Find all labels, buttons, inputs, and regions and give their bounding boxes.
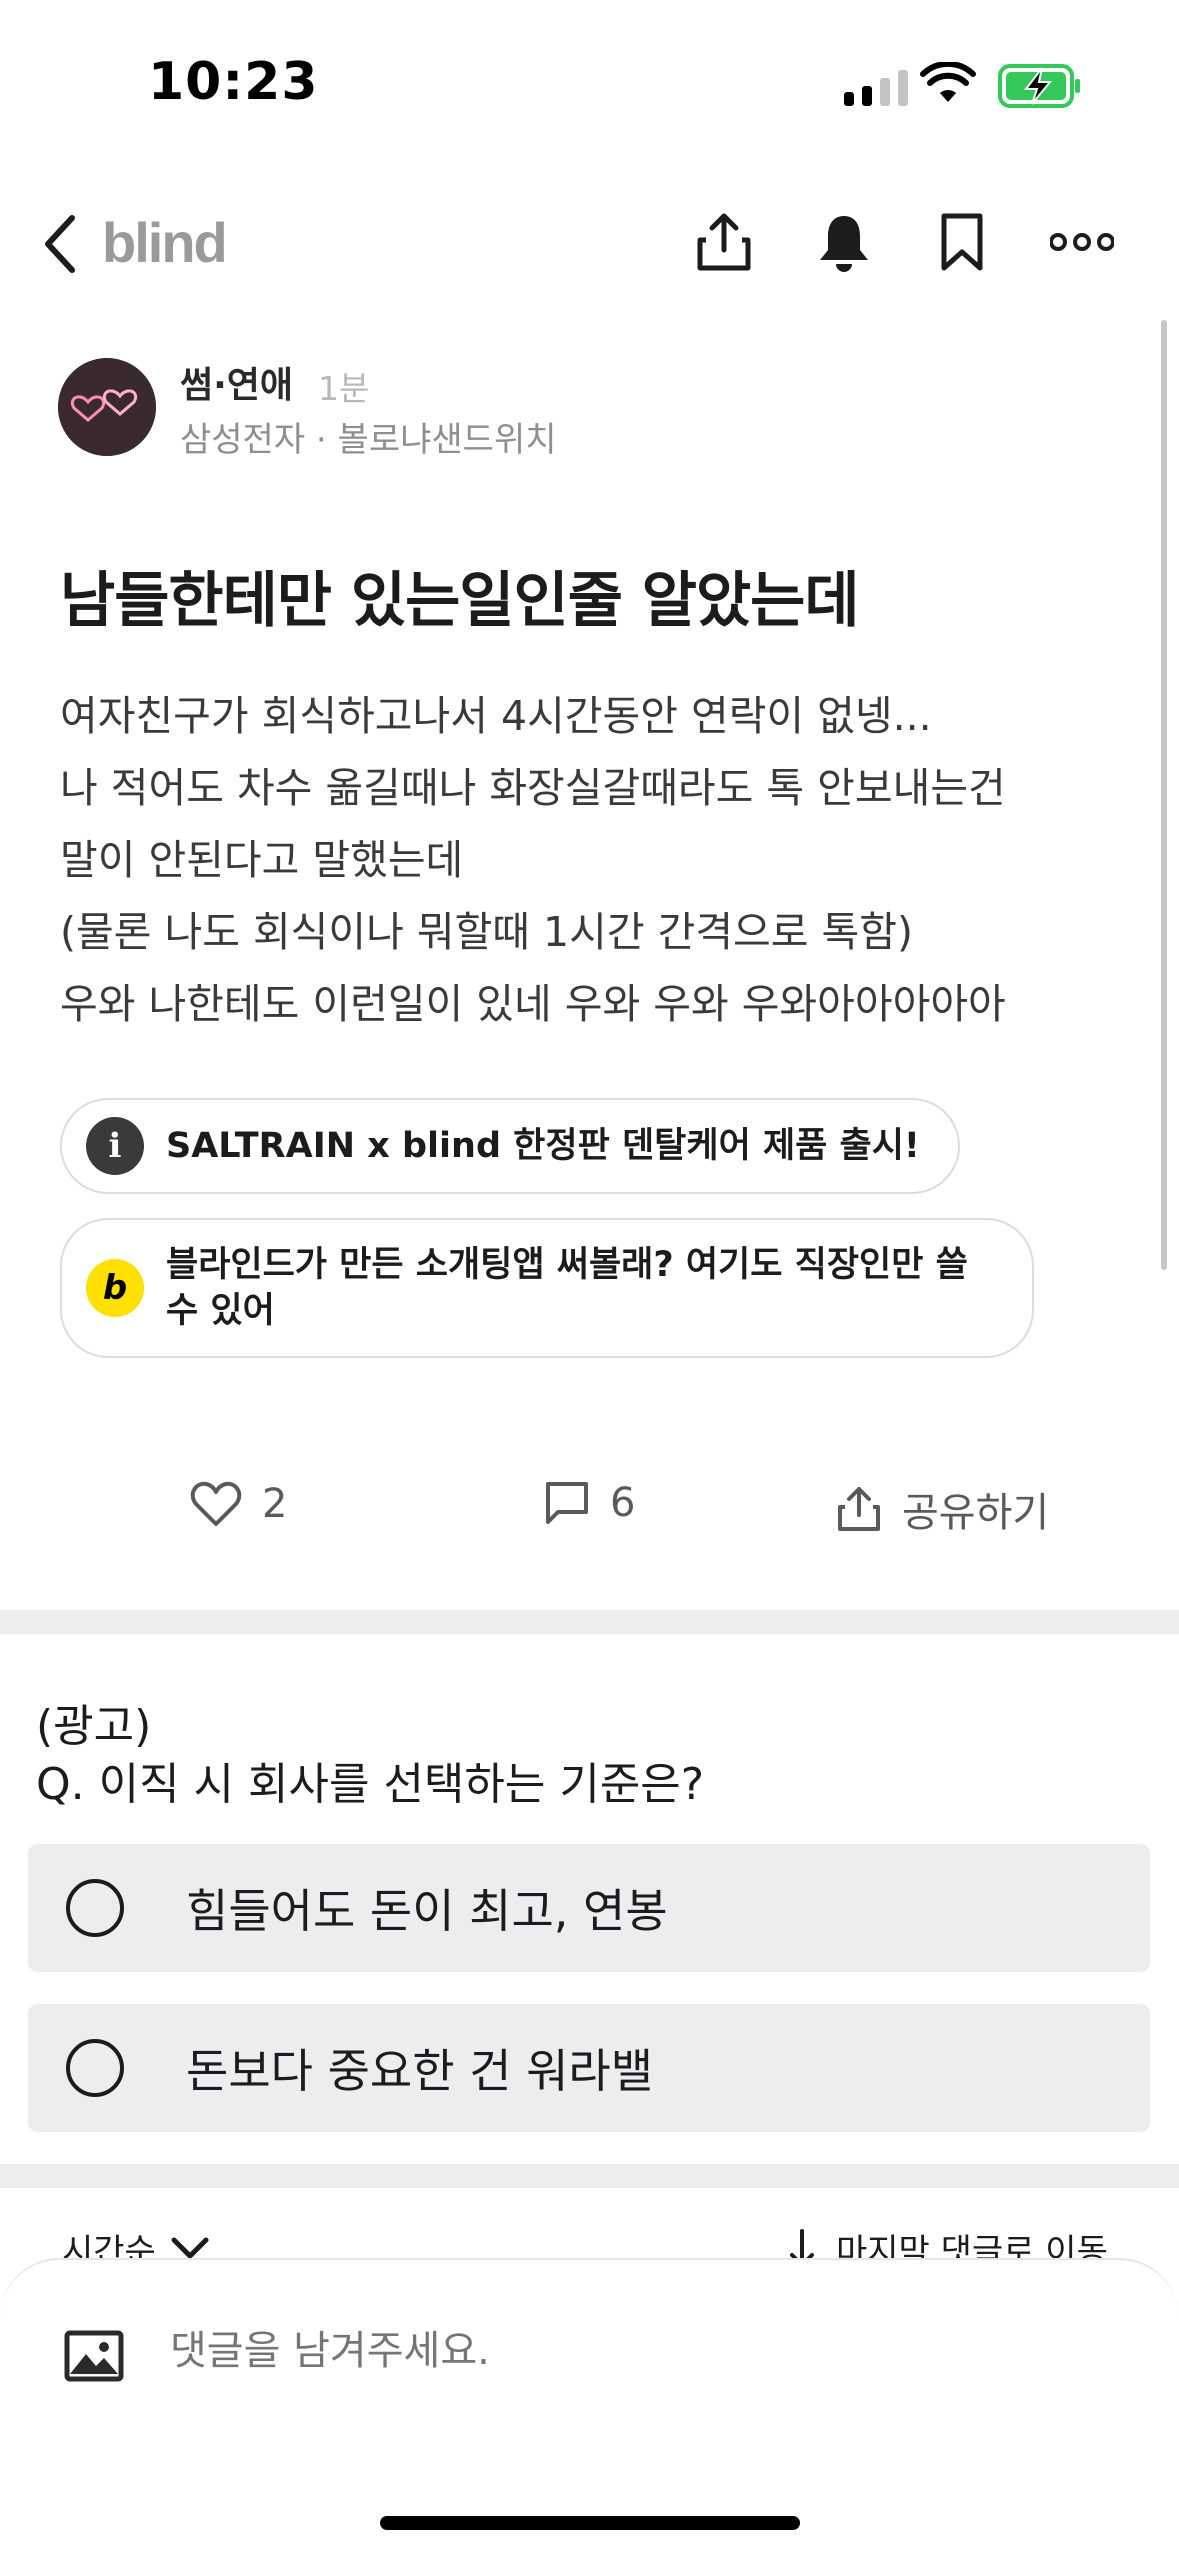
blind-logo: blind <box>102 211 228 274</box>
bookmark-icon <box>941 213 983 271</box>
author-company: 삼성전자 · 볼로냐샌드위치 <box>180 420 557 460</box>
poll-option-label: 힘들어도 돈이 최고, 연봉 <box>186 1884 668 1938</box>
promo-text-line: 블라인드가 만든 소개팅앱 써볼래? 여기도 직장인만 쓸 <box>166 1245 968 1285</box>
promo-text: 블라인드가 만든 소개팅앱 써볼래? 여기도 직장인만 쓸 수 있어 <box>166 1242 968 1334</box>
comment-composer <box>0 2258 1179 2560</box>
heart-icon <box>190 1481 242 1526</box>
promo-link-saltrain[interactable]: i SALTRAIN x blind 한정판 덴탈케어 제품 출시! <box>60 1098 960 1194</box>
post-title: 남들한테만 있는일인줄 알았는데 <box>60 566 860 636</box>
image-attach-icon[interactable] <box>64 2330 124 2382</box>
bell-icon <box>820 216 868 272</box>
share-post-button[interactable]: 공유하기 <box>836 1480 1049 1538</box>
neon-hearts-image <box>58 358 156 456</box>
more-horizontal-icon <box>1050 233 1114 251</box>
battery-charging-icon <box>998 64 1080 108</box>
like-count: 2 <box>262 1481 288 1527</box>
status-time: 10:23 <box>148 52 319 112</box>
promo-link-dating-app[interactable]: b 블라인드가 만든 소개팅앱 써볼래? 여기도 직장인만 쓸 수 있어 <box>60 1218 1034 1358</box>
post-body-line: 말이 안된다고 말했는데 <box>60 836 464 884</box>
blind-b-icon: b <box>86 1259 144 1317</box>
section-divider <box>0 2164 1179 2188</box>
notification-button[interactable] <box>812 210 876 274</box>
comment-icon <box>546 1482 588 1524</box>
share-icon <box>838 1487 880 1531</box>
comment-count: 6 <box>610 1480 636 1526</box>
post-time: 1분 <box>318 369 370 408</box>
section-divider <box>0 1610 1179 1634</box>
post-body-line: 여자친구가 회식하고나서 4시간동안 연락이 없넹... <box>60 692 932 740</box>
share-label: 공유하기 <box>902 1490 1050 1536</box>
post-body-line: 나 적어도 차수 옮길때나 화장실갈때라도 톡 안보내는건 <box>60 764 1006 812</box>
post-body-line: 우와 나한테도 이런일이 있네 우와 우와 우와아아아아아 <box>60 980 1006 1028</box>
promo-text-line: 수 있어 <box>166 1291 275 1331</box>
comment-button[interactable]: 6 <box>544 1480 635 1526</box>
radio-button[interactable] <box>66 2039 124 2097</box>
like-button[interactable]: 2 <box>190 1480 287 1528</box>
info-icon: i <box>86 1117 144 1175</box>
poll-question: Q. 이직 시 회사를 선택하는 기준은? <box>36 1759 705 1810</box>
avatar[interactable] <box>58 358 156 456</box>
poll-option-label: 돈보다 중요한 건 워라밸 <box>186 2044 654 2098</box>
cellular-signal-icon <box>844 70 908 106</box>
scrollbar[interactable] <box>1161 320 1167 1270</box>
back-chevron-icon[interactable] <box>40 212 80 276</box>
post-body-line: (물론 나도 회식이나 뭐할때 1시간 간격으로 톡함) <box>60 908 913 956</box>
promo-text: SALTRAIN x blind 한정판 덴탈케어 제품 출시! <box>166 1126 920 1166</box>
comment-input[interactable] <box>170 2328 1070 2374</box>
bookmark-button[interactable] <box>930 210 994 274</box>
poll-option[interactable]: 힘들어도 돈이 최고, 연봉 <box>28 1844 1150 1972</box>
board-name[interactable]: 썸·연애 <box>180 356 293 408</box>
share-button[interactable] <box>692 210 756 274</box>
more-options-button[interactable] <box>1050 210 1114 274</box>
radio-button[interactable] <box>66 1879 124 1937</box>
ad-label: (광고) <box>36 1701 152 1752</box>
share-icon <box>697 213 751 271</box>
poll-option[interactable]: 돈보다 중요한 건 워라밸 <box>28 2004 1150 2132</box>
wifi-icon <box>920 62 976 102</box>
home-indicator[interactable] <box>380 2516 800 2530</box>
